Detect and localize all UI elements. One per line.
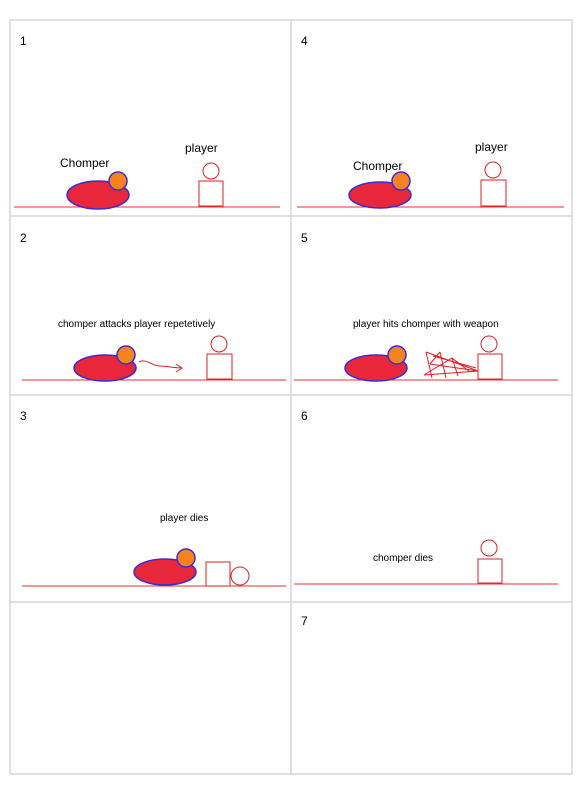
player-head (484, 161, 502, 179)
panel-caption: chomper attacks player repetetively (58, 319, 215, 330)
storyboard: 1 Chomper player 2 chomper attacks playe… (9, 19, 573, 775)
panel-number: 3 (20, 409, 27, 423)
player-body (480, 179, 507, 207)
panel-grid (9, 19, 573, 775)
panel-1: 1 Chomper player (14, 34, 280, 210)
player-head (202, 162, 220, 180)
panel-2: 2 chomper attacks player repetetively (20, 231, 286, 382)
panel-6: 6 chomper dies (294, 409, 558, 585)
player-head (480, 539, 498, 557)
chomper-head (387, 345, 407, 365)
panel-number: 2 (20, 231, 27, 245)
chomper-label: Chomper (353, 159, 402, 173)
player-body (477, 558, 503, 584)
player-head (210, 335, 228, 353)
panel-number: 4 (301, 34, 308, 48)
chomper-head (176, 548, 196, 568)
chomper-head (116, 345, 136, 365)
panel-caption: player hits chomper with weapon (353, 319, 499, 330)
player-body (205, 561, 231, 587)
panel-number: 1 (20, 34, 27, 48)
panel-number: 5 (301, 231, 308, 245)
panel-5: 5 player hits chomper with weapon (294, 231, 558, 382)
panel-7: 7 (301, 614, 308, 628)
panel-number: 6 (301, 409, 308, 423)
player-label: player (185, 141, 218, 155)
weapon-scribble (423, 351, 479, 379)
chomper-head (391, 171, 411, 191)
chomper-label: Chomper (60, 156, 109, 170)
panel-number: 7 (301, 614, 308, 628)
panel-caption: player dies (160, 513, 208, 524)
attack-arrow (138, 360, 183, 373)
player-body (198, 180, 224, 207)
panel-3: 3 player dies (20, 409, 286, 587)
chomper-head (108, 171, 128, 191)
panel-4: 4 Chomper player (297, 34, 564, 209)
player-head (230, 566, 250, 586)
player-body (206, 353, 233, 380)
panel-caption: chomper dies (373, 553, 433, 564)
player-label: player (475, 140, 508, 154)
player-body (477, 353, 503, 380)
player-head (480, 335, 498, 353)
